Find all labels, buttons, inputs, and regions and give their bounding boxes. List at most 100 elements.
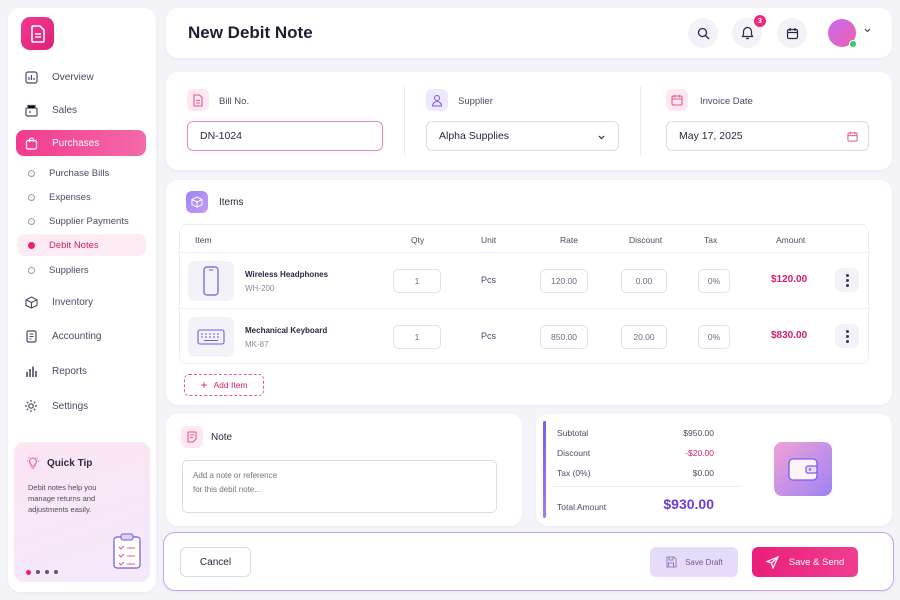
chevron-down-icon	[598, 135, 605, 140]
note-textarea[interactable]	[182, 460, 497, 513]
search-button[interactable]	[688, 18, 718, 48]
sidebar-subitem-label: Supplier Payments	[49, 215, 129, 227]
sidebar-subitem-suppliers[interactable]: Suppliers	[18, 259, 146, 281]
items-table: Item Qty Unit Rate Discount Tax Amount W…	[179, 224, 869, 364]
lightbulb-icon	[26, 456, 40, 470]
app-logo[interactable]	[21, 17, 54, 50]
rate-input[interactable]: 120.00	[540, 269, 588, 293]
cancel-button[interactable]: Cancel	[180, 547, 251, 577]
save-send-button[interactable]: Save & Send	[752, 547, 858, 577]
summary-section: Subtotal $950.00 Discount -$20.00 Tax (0…	[536, 414, 892, 526]
save-draft-button[interactable]: Save Draft	[650, 547, 738, 577]
discount-input[interactable]: 20.00	[621, 325, 667, 349]
bullet-icon	[28, 217, 35, 225]
sidebar-subitem-label: Suppliers	[49, 264, 89, 276]
supplier-label: Supplier	[458, 96, 493, 107]
qty-input[interactable]: 1	[393, 269, 441, 293]
send-icon	[765, 555, 779, 569]
item-name: Wireless Headphones	[245, 270, 329, 279]
sidebar-subitem-purchase-bills[interactable]: Purchase Bills	[18, 162, 146, 184]
bill-no-label: Bill No.	[219, 96, 250, 107]
tax-label: Tax (0%)	[557, 468, 591, 478]
divider	[553, 486, 741, 487]
box-icon	[24, 295, 38, 309]
bullet-icon	[28, 169, 35, 177]
calendar-icon[interactable]	[847, 131, 858, 142]
page-title: New Debit Note	[188, 23, 313, 42]
bill-no-input[interactable]: DN-1024	[187, 121, 383, 151]
column-header: Qty	[411, 235, 425, 245]
sidebar-item-label: Purchases	[52, 137, 100, 149]
row-menu-button[interactable]	[835, 324, 859, 348]
avatar[interactable]	[828, 19, 857, 48]
sidebar-item-inventory[interactable]: Inventory	[16, 289, 146, 315]
carousel-dots[interactable]	[26, 570, 58, 575]
column-header: Item	[195, 235, 212, 245]
row-menu-button[interactable]	[835, 268, 859, 292]
items-section: Items Item Qty Unit Rate Discount Tax Am…	[166, 180, 892, 405]
chart-icon	[24, 70, 38, 84]
discount-label: Discount	[557, 448, 591, 458]
notification-badge: 3	[754, 15, 766, 27]
tax-input[interactable]: 0%	[698, 269, 730, 293]
supplier-icon	[426, 89, 448, 111]
tip-text: Debit notes help you manage returns and …	[28, 483, 97, 514]
add-item-button[interactable]: + Add Item	[184, 374, 264, 396]
sidebar-item-purchases[interactable]: Purchases	[16, 130, 146, 156]
gear-icon	[24, 399, 38, 413]
notifications-button[interactable]: 3	[732, 15, 766, 48]
sidebar-subitem-supplier-payments[interactable]: Supplier Payments	[18, 210, 146, 232]
sidebar-item-accounting[interactable]: Accounting	[16, 323, 146, 349]
phone-icon	[188, 261, 234, 301]
sidebar-subitem-debit-notes[interactable]: Debit Notes	[18, 234, 146, 256]
supplier-select[interactable]: Alpha Supplies	[426, 121, 619, 151]
sidebar-subitem-expenses[interactable]: Expenses	[18, 186, 146, 208]
calendar-button[interactable]	[777, 18, 807, 48]
dot-active[interactable]	[26, 570, 31, 575]
note-icon	[181, 426, 203, 448]
item-name: Mechanical Keyboard	[245, 326, 328, 335]
ledger-icon	[24, 329, 38, 343]
unit-value: Pcs	[481, 331, 497, 341]
sidebar-item-label: Overview	[52, 71, 94, 83]
tip-title: Quick Tip	[47, 458, 93, 469]
sidebar-subitem-label: Expenses	[49, 191, 91, 203]
debit-note-details: Bill No. DN-1024 Supplier Alpha Supplies…	[166, 72, 892, 170]
dot[interactable]	[45, 570, 49, 574]
column-header: Unit	[481, 235, 497, 245]
sidebar-item-reports[interactable]: Reports	[16, 358, 146, 384]
bars-icon	[24, 364, 38, 378]
sidebar-item-sales[interactable]: Sales	[16, 97, 146, 123]
dot[interactable]	[36, 570, 40, 574]
sidebar-item-label: Inventory	[52, 296, 94, 308]
subtotal-label: Subtotal	[557, 428, 589, 438]
calendar-icon	[786, 27, 798, 39]
total-value: $930.00	[663, 496, 714, 512]
online-indicator	[849, 40, 857, 48]
plus-icon: +	[200, 378, 208, 392]
column-header: Tax	[704, 235, 718, 245]
supplier-value: Alpha Supplies	[439, 130, 510, 142]
bullet-icon	[28, 241, 35, 249]
sidebar-item-settings[interactable]: Settings	[16, 393, 146, 419]
action-footer: Cancel Save Draft Save & Send	[163, 532, 894, 591]
save-draft-label: Save Draft	[685, 557, 723, 567]
discount-input[interactable]: 0.00	[621, 269, 667, 293]
items-title: Items	[219, 197, 244, 208]
invoice-date-input[interactable]: May 17, 2025	[666, 121, 869, 151]
sidebar-subitem-label: Debit Notes	[49, 239, 99, 251]
dot[interactable]	[54, 570, 58, 574]
bag-icon	[24, 136, 38, 150]
chevron-down-icon[interactable]	[863, 26, 872, 38]
column-header: Discount	[629, 235, 663, 245]
qty-input[interactable]: 1	[393, 325, 441, 349]
wallet-icon	[774, 442, 832, 496]
sidebar-item-overview[interactable]: Overview	[16, 64, 146, 90]
bullet-icon	[28, 193, 35, 201]
summary-accent-bar	[543, 421, 546, 518]
table-row: Wireless Headphones WH-200 1 Pcs 120.00 …	[180, 252, 868, 308]
calendar-icon	[666, 89, 688, 111]
rate-input[interactable]: 850.00	[540, 325, 588, 349]
tax-input[interactable]: 0%	[698, 325, 730, 349]
register-icon	[24, 103, 38, 117]
